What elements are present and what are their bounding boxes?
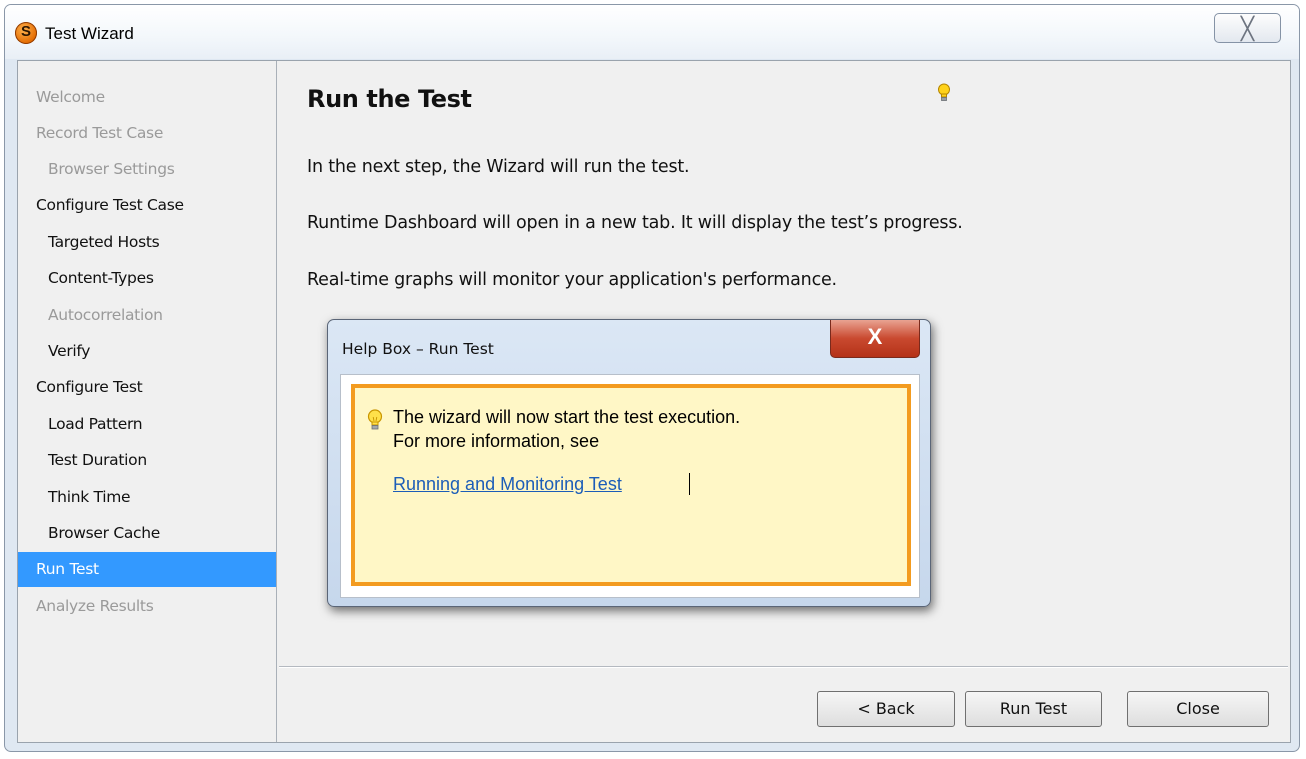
step-analyze-results: Analyze Results bbox=[36, 597, 154, 615]
footer-divider bbox=[279, 666, 1288, 668]
step-load-pattern[interactable]: Load Pattern bbox=[18, 407, 276, 442]
step-autocorrelation: Autocorrelation bbox=[48, 306, 163, 324]
text-cursor bbox=[689, 473, 690, 495]
help-text-line-1: The wizard will now start the test execu… bbox=[393, 407, 741, 427]
step-configure-test-case[interactable]: Configure Test Case bbox=[18, 188, 276, 223]
dashboard-paragraph: Runtime Dashboard will open in a new tab… bbox=[307, 213, 963, 233]
help-text-line-2: For more information, see bbox=[393, 431, 600, 451]
step-browser-settings: Browser Settings bbox=[48, 160, 175, 178]
step-welcome: Welcome bbox=[36, 88, 105, 106]
graphs-paragraph: Real-time graphs will monitor your appli… bbox=[307, 270, 837, 290]
app-logo-letter: S bbox=[20, 23, 31, 40]
back-button[interactable]: < Back bbox=[817, 691, 955, 727]
help-box-body: The wizard will now start the test execu… bbox=[340, 374, 920, 598]
step-configure-test[interactable]: Configure Test bbox=[18, 370, 276, 405]
wizard-steps-sidebar: Welcome Record Test Case Browser Setting… bbox=[18, 61, 277, 742]
test-wizard-window: S Test Wizard ╳ Welcome Record Test Case… bbox=[4, 4, 1300, 752]
help-highlight-box: The wizard will now start the test execu… bbox=[351, 384, 911, 586]
step-record-test-case: Record Test Case bbox=[36, 124, 164, 142]
lightbulb-icon bbox=[367, 409, 383, 430]
help-box-title: Help Box – Run Test bbox=[342, 340, 494, 358]
title-bar[interactable]: S Test Wizard ╳ bbox=[5, 5, 1299, 59]
step-content-types[interactable]: Content-Types bbox=[18, 261, 276, 296]
run-test-button[interactable]: Run Test bbox=[965, 691, 1102, 727]
running-and-monitoring-link[interactable]: Running and Monitoring Test bbox=[393, 474, 622, 495]
intro-paragraph: In the next step, the Wizard will run th… bbox=[307, 157, 690, 177]
help-box-dialog: Help Box – Run Test X The wizard will no… bbox=[327, 319, 931, 607]
step-verify[interactable]: Verify bbox=[18, 334, 276, 369]
close-icon: ╳ bbox=[1240, 16, 1255, 41]
window-close-button[interactable]: ╳ bbox=[1214, 13, 1281, 43]
step-browser-cache[interactable]: Browser Cache bbox=[18, 516, 276, 551]
close-icon: X bbox=[867, 324, 883, 349]
step-targeted-hosts[interactable]: Targeted Hosts bbox=[18, 225, 276, 260]
window-title: Test Wizard bbox=[45, 24, 134, 43]
help-box-close-button[interactable]: X bbox=[830, 320, 920, 358]
step-think-time[interactable]: Think Time bbox=[18, 480, 276, 515]
step-run-test[interactable]: Run Test bbox=[18, 552, 276, 587]
close-button[interactable]: Close bbox=[1127, 691, 1269, 727]
page-title: Run the Test bbox=[307, 85, 472, 113]
lightbulb-icon bbox=[938, 83, 950, 101]
app-logo-icon: S bbox=[15, 22, 37, 44]
step-test-duration[interactable]: Test Duration bbox=[18, 443, 276, 478]
